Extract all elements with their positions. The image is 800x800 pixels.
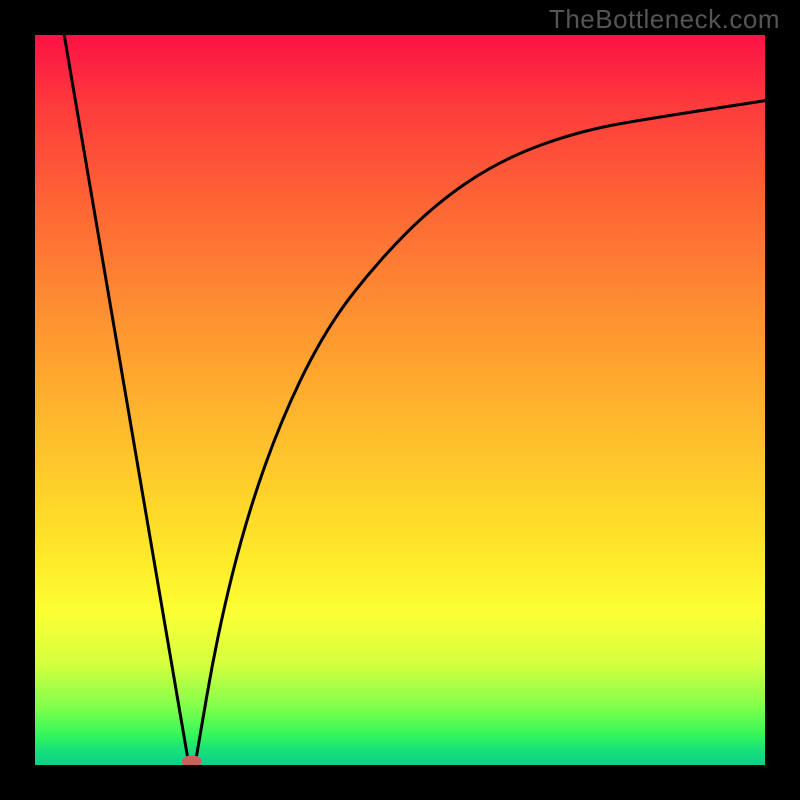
optimum-marker [182, 755, 202, 765]
chart-frame: TheBottleneck.com [0, 0, 800, 800]
plot-area [35, 35, 765, 765]
left-branch-curve [64, 35, 188, 761]
right-branch-curve [196, 101, 765, 762]
watermark-text: TheBottleneck.com [549, 4, 780, 35]
curve-layer [35, 35, 765, 765]
